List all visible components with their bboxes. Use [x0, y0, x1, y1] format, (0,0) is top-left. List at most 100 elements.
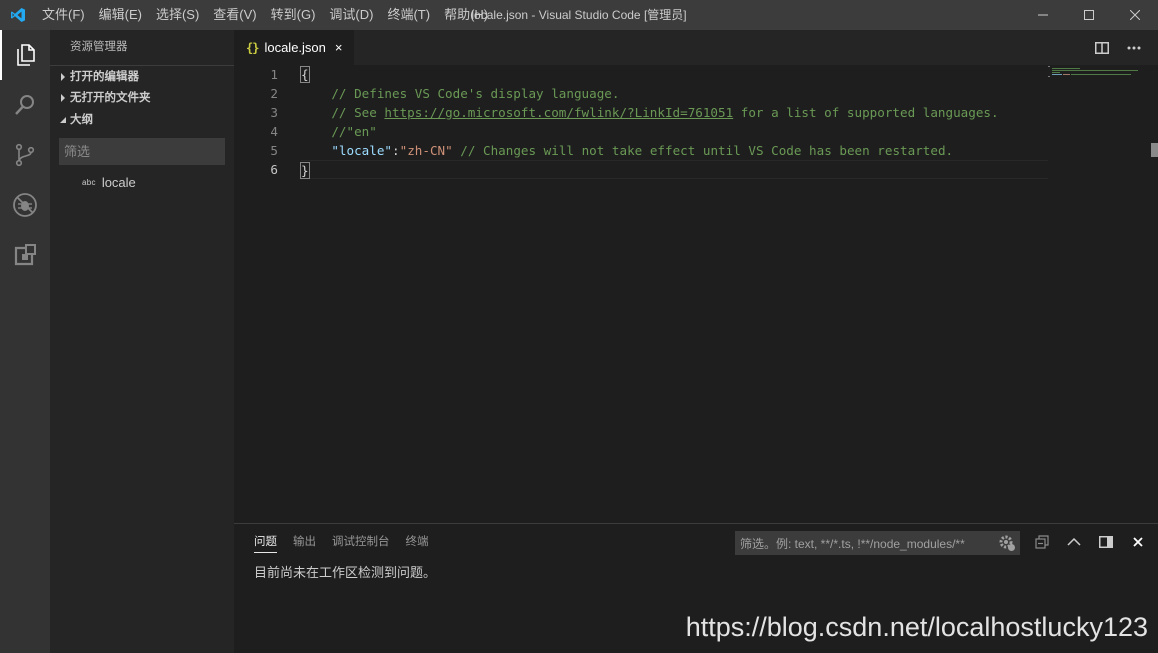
menu-bar: 文件(F) 编辑(E) 选择(S) 查看(V) 转到(G) 调试(D) 终端(T…	[35, 0, 495, 30]
tab-output[interactable]: 输出	[285, 524, 324, 559]
close-icon	[1130, 10, 1140, 20]
close-icon	[1133, 536, 1143, 547]
tab-close-button[interactable]: ×	[335, 40, 343, 55]
maximize-panel-button[interactable]	[1058, 524, 1090, 559]
close-window-button[interactable]	[1112, 0, 1158, 30]
explorer-icon	[17, 44, 35, 66]
line-number: 3	[270, 105, 278, 120]
menu-selection[interactable]: 选择(S)	[149, 0, 206, 30]
menu-help[interactable]: 帮助(H)	[437, 0, 495, 30]
outline-item[interactable]: abc locale	[50, 172, 234, 194]
tab-problems[interactable]: 问题	[246, 524, 285, 559]
code-line-current: }	[300, 160, 1048, 179]
window-controls	[1020, 0, 1158, 30]
line-number: 4	[270, 124, 278, 139]
tab-debug-console[interactable]: 调试控制台	[324, 524, 398, 559]
activity-search[interactable]	[0, 80, 50, 130]
close-panel-button[interactable]	[1122, 524, 1154, 559]
line-number: 5	[270, 143, 278, 158]
split-editor-icon	[1095, 41, 1109, 54]
string-symbol-icon: abc	[82, 178, 96, 187]
ellipsis-icon	[1127, 46, 1141, 49]
vscode-logo-icon	[0, 0, 35, 30]
comment-link[interactable]: https://go.microsoft.com/fwlink/?LinkId=…	[384, 105, 733, 120]
comment: for a list of supported languages.	[733, 105, 999, 120]
editor-actions	[1086, 30, 1150, 65]
title-bar: 文件(F) 编辑(E) 选择(S) 查看(V) 转到(G) 调试(D) 终端(T…	[0, 0, 1158, 30]
comment: // See	[301, 105, 385, 120]
menu-go[interactable]: 转到(G)	[264, 0, 323, 30]
tab-terminal[interactable]: 终端	[398, 524, 437, 559]
activity-extensions[interactable]	[0, 230, 50, 280]
code-lines: { // Defines VS Code's display language.…	[300, 65, 1061, 179]
section-label: 无打开的文件夹	[70, 92, 151, 104]
menu-debug[interactable]: 调试(D)	[322, 0, 380, 30]
toggle-panel-position-button[interactable]	[1090, 524, 1122, 559]
filter-settings-icon[interactable]	[998, 534, 1016, 552]
filter-placeholder: 筛选。例: text, **/*.ts, !**/node_modules/**	[740, 536, 965, 551]
line-number: 2	[270, 86, 278, 101]
chevron-right-icon	[56, 72, 70, 81]
outline-item-label: locale	[101, 175, 136, 190]
line-number: 1	[270, 67, 278, 82]
collapse-all-button[interactable]	[1026, 524, 1058, 559]
open-brace: {	[300, 66, 310, 83]
sidebar-title: 资源管理器	[70, 41, 128, 53]
menu-view[interactable]: 查看(V)	[206, 0, 263, 30]
minimize-icon	[1038, 14, 1048, 16]
json-colon: :	[392, 143, 400, 158]
section-label: 打开的编辑器	[70, 70, 139, 83]
json-value: "zh-CN"	[399, 143, 453, 158]
chevron-up-icon	[1067, 537, 1081, 546]
code-line: "locale":"zh-CN" // Changes will not tak…	[301, 141, 1061, 160]
comment: // Changes will not take effect until VS…	[452, 143, 954, 158]
activity-source-control[interactable]	[0, 130, 50, 180]
maximize-button[interactable]	[1066, 0, 1112, 30]
line-number: 6	[270, 162, 278, 177]
code-line: //"en"	[301, 124, 377, 139]
close-brace: }	[300, 162, 310, 179]
tab-label: locale.json	[264, 40, 326, 55]
more-actions-button[interactable]	[1118, 30, 1150, 65]
maximize-icon	[1084, 10, 1094, 20]
problems-message: 目前尚未在工作区检测到问题。	[254, 565, 437, 580]
minimap[interactable]	[1048, 65, 1138, 85]
json-key: "locale"	[331, 143, 393, 158]
chevron-right-icon	[56, 94, 70, 102]
code-line: {	[300, 65, 1061, 84]
debug-icon	[13, 193, 37, 217]
panel-actions	[1026, 524, 1154, 559]
scrollbar[interactable]	[1148, 143, 1158, 157]
sidebar: 资源管理器 打开的编辑器 无打开的文件夹 大纲 筛选 abc locale	[50, 30, 234, 653]
panel-layout-icon	[1099, 535, 1113, 548]
problems-filter-input[interactable]: 筛选。例: text, **/*.ts, !**/node_modules/**	[735, 531, 1020, 555]
watermark-text: https://blog.csdn.net/localhostlucky123	[685, 612, 1148, 642]
line-numbers: 1 2 3 4 5 6	[234, 65, 278, 179]
section-open-editors[interactable]: 打开的编辑器	[50, 65, 234, 87]
section-label: 大纲	[70, 114, 93, 126]
code-line: // Defines VS Code's display language.	[301, 86, 620, 101]
code-editor[interactable]: 1 2 3 4 5 6 { // Defines VS Code's displ…	[234, 65, 1158, 523]
editor-tabs: {} locale.json ×	[234, 30, 1158, 65]
source-control-icon	[15, 143, 35, 167]
activity-bar	[0, 30, 50, 653]
minimize-button[interactable]	[1020, 0, 1066, 30]
activity-explorer[interactable]	[0, 30, 50, 80]
outline-filter-input[interactable]: 筛选	[59, 138, 225, 165]
split-editor-button[interactable]	[1086, 30, 1118, 65]
menu-terminal[interactable]: 终端(T)	[380, 0, 437, 30]
menu-file[interactable]: 文件(F)	[35, 0, 92, 30]
json-file-icon: {}	[246, 40, 259, 55]
extensions-icon	[14, 244, 36, 266]
collapse-all-icon	[1035, 534, 1049, 549]
section-no-folder[interactable]: 无打开的文件夹	[50, 87, 234, 109]
menu-edit[interactable]: 编辑(E)	[92, 0, 149, 30]
activity-debug[interactable]	[0, 180, 50, 230]
search-icon	[15, 95, 34, 115]
tab-locale-json[interactable]: {} locale.json ×	[234, 30, 354, 65]
code-line: // See https://go.microsoft.com/fwlink/?…	[301, 103, 1061, 122]
section-outline[interactable]: 大纲	[50, 109, 234, 131]
chevron-down-icon	[56, 116, 70, 124]
panel-tabs: 问题 输出 调试控制台 终端	[246, 524, 437, 559]
